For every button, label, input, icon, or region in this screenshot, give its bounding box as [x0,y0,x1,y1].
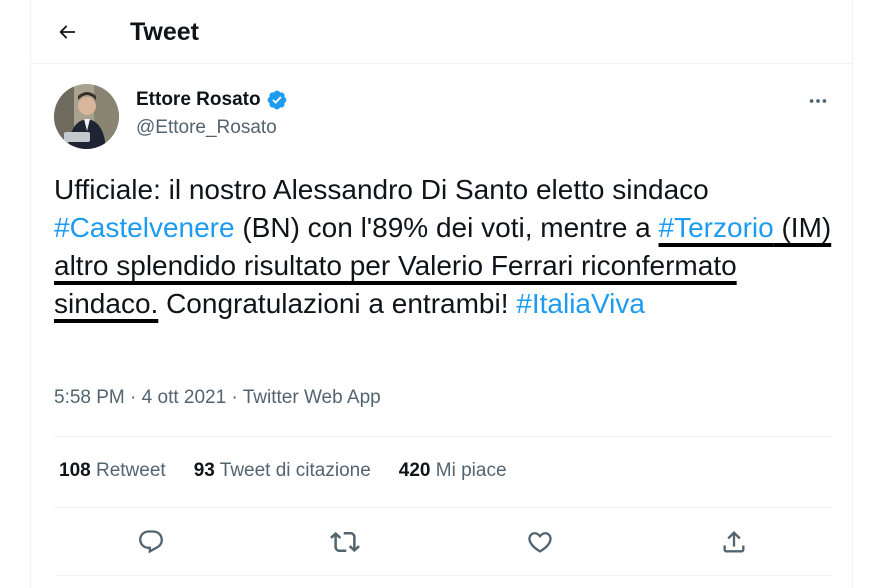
tweet-time[interactable]: 5:58 PM [54,387,125,408]
author-handle[interactable]: @Ettore_Rosato [136,116,277,140]
reply-button[interactable] [131,522,171,562]
retweet-count[interactable]: 108 Retweet [59,459,166,483]
tweet-date[interactable]: 4 ott 2021 [142,387,227,408]
like-count-label: Mi piace [435,460,507,481]
tweet-stats: 108 Retweet 93 Tweet di citazione 420 Mi… [59,459,507,483]
tweet-text-segment: (BN) con l'89% dei voti, mentre a [234,212,659,243]
more-options-button[interactable] [805,88,831,114]
like-count-number: 420 [398,460,431,481]
back-button[interactable] [51,16,83,48]
quote-count-label: Tweet di citazione [219,460,371,481]
tweet-actions [31,522,852,562]
header: Tweet [31,0,852,64]
divider [54,575,831,576]
tweet-source[interactable]: Twitter Web App [243,387,381,408]
like-count[interactable]: 420 Mi piace [399,459,507,483]
hashtag-link[interactable]: #ItaliaViva [516,288,645,319]
tweet-text-segment: Ufficiale: il nostro Alessandro Di Santo… [54,174,709,205]
quote-count-number: 93 [193,460,215,481]
author-name-row[interactable]: Ettore Rosato [136,88,288,112]
meta-separator: · [226,387,243,408]
author-name[interactable]: Ettore Rosato [136,88,261,112]
tweet-meta: 5:58 PM · 4 ott 2021 · Twitter Web App [54,386,381,410]
like-icon [528,532,552,553]
share-button[interactable] [714,522,754,562]
avatar[interactable] [54,84,119,149]
quote-count[interactable]: 93 Tweet di citazione [194,459,371,483]
hashtag-link[interactable]: #Terzorio [659,212,774,243]
divider [54,436,831,437]
arrow-left-icon [59,25,76,39]
retweet-count-label: Retweet [95,460,166,481]
verified-badge-icon [266,89,288,111]
retweet-icon [330,531,360,553]
like-button[interactable] [520,522,560,562]
share-icon [723,531,745,553]
tweet-column: Tweet Ettore Rosato @Ettore_Rosato Uffic… [30,0,853,588]
retweet-button[interactable] [325,522,365,562]
tweet-text-segment: Congratulazioni a entrambi! [158,288,517,319]
page-title: Tweet [130,18,199,46]
meta-separator: · [124,387,142,408]
retweet-count-number: 108 [59,460,91,481]
tweet-text: Ufficiale: il nostro Alessandro Di Santo… [54,171,834,323]
hashtag-link[interactable]: #Castelvenere [54,212,235,243]
reply-icon [139,530,163,554]
divider [54,507,831,508]
more-icon [809,99,827,103]
